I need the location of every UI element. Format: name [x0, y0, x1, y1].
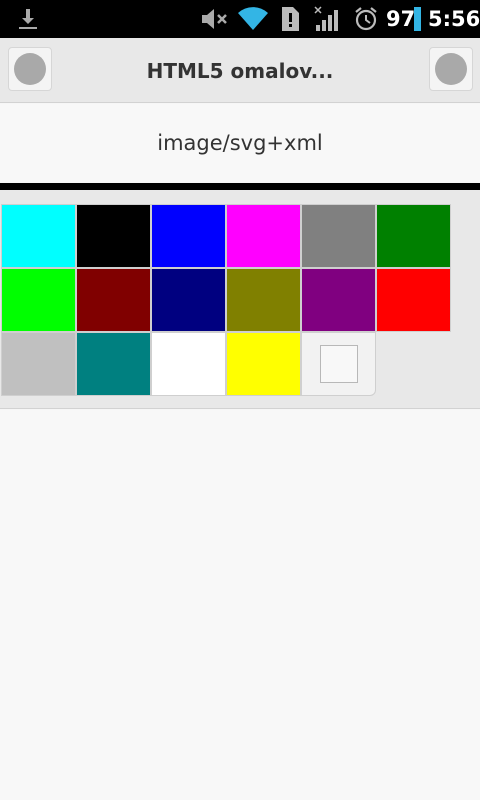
- color-palette: [0, 190, 480, 409]
- circle-icon: [14, 53, 46, 85]
- color-swatch[interactable]: [76, 204, 151, 268]
- eraser-button[interactable]: [301, 332, 376, 396]
- circle-icon: [435, 53, 467, 85]
- color-swatch[interactable]: [76, 268, 151, 332]
- alarm-icon: [352, 0, 380, 38]
- battery-icon: [412, 0, 422, 38]
- color-swatch[interactable]: [376, 204, 451, 268]
- color-swatch[interactable]: [226, 268, 301, 332]
- color-swatch[interactable]: [226, 332, 301, 396]
- color-swatch[interactable]: [151, 332, 226, 396]
- app-header: HTML5 omalov...: [0, 38, 480, 103]
- mute-icon: [198, 0, 230, 38]
- right-menu-button[interactable]: [429, 47, 473, 91]
- download-icon: [14, 0, 42, 38]
- color-swatch[interactable]: [226, 204, 301, 268]
- color-swatch[interactable]: [301, 268, 376, 332]
- color-swatch[interactable]: [1, 268, 76, 332]
- left-menu-button[interactable]: [8, 47, 52, 91]
- battery-percent: 97: [386, 7, 416, 31]
- color-swatch[interactable]: [301, 204, 376, 268]
- wifi-icon: [236, 0, 270, 38]
- color-swatch[interactable]: [1, 332, 76, 396]
- sim-alert-icon: [278, 0, 302, 38]
- color-swatch[interactable]: [151, 204, 226, 268]
- color-swatch[interactable]: [1, 204, 76, 268]
- color-swatch[interactable]: [376, 268, 451, 332]
- color-swatch[interactable]: [76, 332, 151, 396]
- signal-icon: [312, 0, 342, 38]
- clock: 5:56: [428, 7, 480, 31]
- status-bar: 97 5:56: [0, 0, 480, 38]
- drawing-canvas[interactable]: [0, 410, 480, 800]
- page-title: HTML5 omalov...: [146, 58, 334, 83]
- swatch-grid: [1, 204, 451, 396]
- divider: [0, 183, 480, 190]
- eraser-icon: [319, 345, 358, 383]
- color-swatch[interactable]: [151, 268, 226, 332]
- mime-type-label: image/svg+xml: [0, 104, 480, 182]
